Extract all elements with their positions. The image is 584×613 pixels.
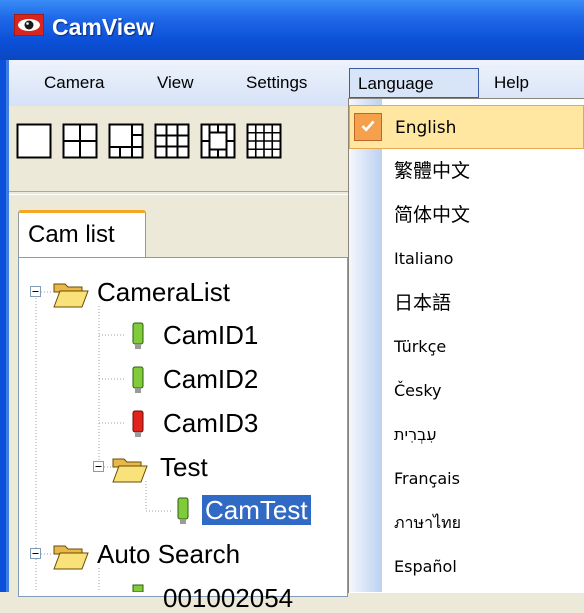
language-item-czech[interactable]: Česky <box>349 369 584 413</box>
language-label: 日本語 <box>394 292 452 314</box>
camera-offline-icon <box>132 410 144 437</box>
language-item-english[interactable]: English <box>349 105 584 149</box>
menu-help[interactable]: Help <box>486 68 537 98</box>
layout-1-icon[interactable] <box>16 123 52 159</box>
language-item-turkish[interactable]: Türkçe <box>349 325 584 369</box>
open-folder-icon <box>53 283 89 308</box>
tree-node-auto-search[interactable]: Auto Search <box>97 539 240 569</box>
tree-node-cameralist[interactable]: CameraList <box>97 277 230 307</box>
tree-node-camid2[interactable]: CamID2 <box>163 364 258 394</box>
language-label: Français <box>394 469 460 488</box>
layout-9-icon[interactable] <box>154 123 190 159</box>
tree-node-camid3[interactable]: CamID3 <box>163 408 258 438</box>
layout-8-icon[interactable] <box>200 123 236 159</box>
window-title: CamView <box>52 14 154 40</box>
layout-4-icon[interactable] <box>62 123 98 159</box>
tree-node-camid1[interactable]: CamID1 <box>163 320 258 350</box>
tree-node-001002054[interactable]: 001002054 <box>163 583 293 613</box>
tree-node-camtest[interactable]: CamTest <box>202 495 311 525</box>
menu-camera[interactable]: Camera <box>36 68 112 98</box>
language-label: ภาษาไทย <box>394 513 462 532</box>
language-label: English <box>395 118 457 138</box>
language-item-thai[interactable]: ภาษาไทย <box>349 501 584 545</box>
language-label: Česky <box>394 381 442 400</box>
language-label: עִבְרִית <box>394 425 437 444</box>
title-bar[interactable]: CamView <box>0 0 584 60</box>
language-label: Español <box>394 557 457 576</box>
language-label: Türkçe <box>394 337 447 356</box>
menu-language[interactable]: Language <box>349 68 479 98</box>
collapse-icon[interactable] <box>30 286 41 297</box>
camera-online-icon <box>132 322 144 349</box>
tab-cam-list-label: Cam list <box>28 221 115 248</box>
language-item-simplified-chinese[interactable]: 简体中文 <box>349 193 584 237</box>
camera-online-icon <box>177 497 189 524</box>
open-folder-icon <box>112 458 148 483</box>
tree-node-test[interactable]: Test <box>160 452 208 482</box>
layout-16-icon[interactable] <box>246 123 282 159</box>
language-label: 繁體中文 <box>394 160 471 182</box>
collapse-icon[interactable] <box>30 548 41 559</box>
layout-6-icon[interactable] <box>108 123 144 159</box>
language-item-hebrew[interactable]: עִבְרִית <box>349 413 584 457</box>
language-item-french[interactable]: Français <box>349 457 584 501</box>
camera-online-icon <box>132 366 144 393</box>
camera-online-icon <box>132 584 144 592</box>
language-label: 简体中文 <box>394 204 471 226</box>
language-item-traditional-chinese[interactable]: 繁體中文 <box>349 149 584 193</box>
open-folder-icon <box>53 545 89 570</box>
checkmark-icon <box>354 113 382 141</box>
menu-view[interactable]: View <box>149 68 202 98</box>
language-item-japanese[interactable]: 日本語 <box>349 281 584 325</box>
language-label: Italiano <box>394 249 454 268</box>
menu-settings[interactable]: Settings <box>238 68 315 98</box>
language-item-italiano[interactable]: Italiano <box>349 237 584 281</box>
collapse-icon[interactable] <box>93 461 104 472</box>
language-item-spanish[interactable]: Español <box>349 545 584 589</box>
camview-app-icon <box>14 14 44 36</box>
